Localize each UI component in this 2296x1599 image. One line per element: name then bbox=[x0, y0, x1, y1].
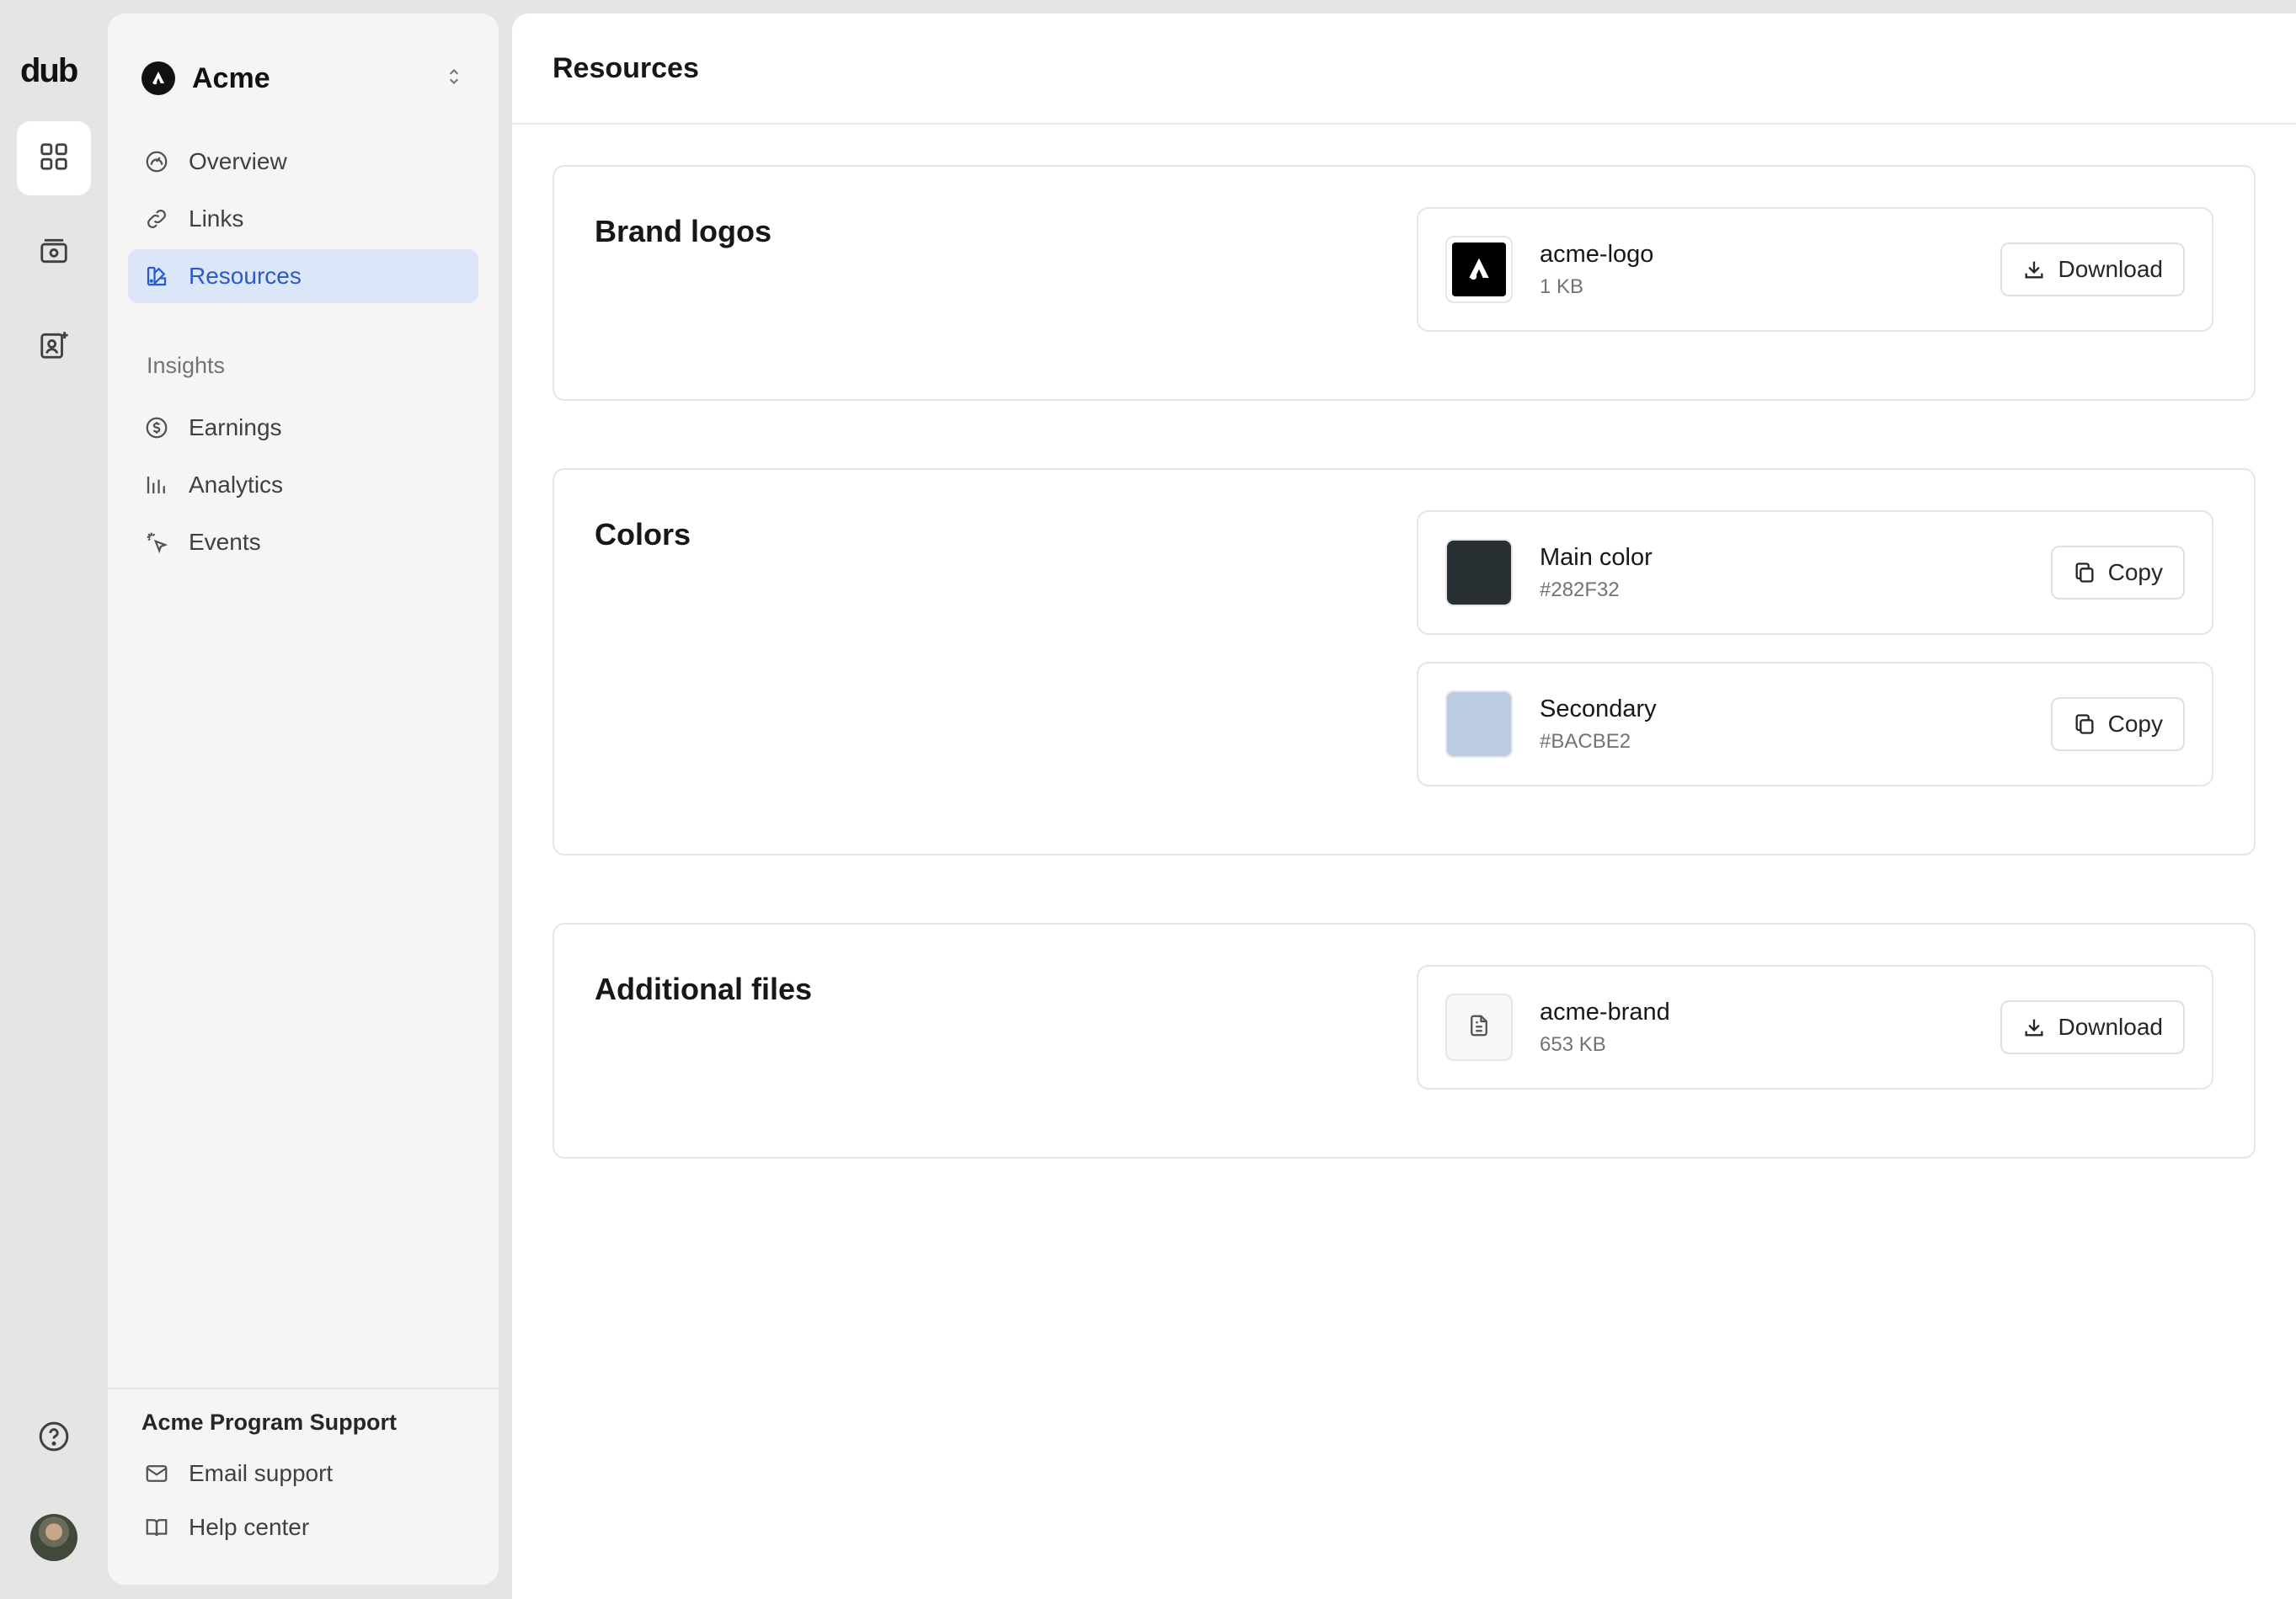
logo-thumbnail bbox=[1445, 236, 1513, 303]
color-meta: Main color #282F32 bbox=[1540, 544, 1653, 602]
color-meta: Secondary #BACBE2 bbox=[1540, 696, 1657, 754]
gauge-icon bbox=[141, 147, 172, 177]
icon-rail: dub bbox=[0, 0, 108, 1599]
color-name: Secondary bbox=[1540, 695, 1657, 722]
user-plus-icon bbox=[38, 329, 70, 365]
logo-file-card: acme-logo 1 KB Download bbox=[1417, 207, 2213, 332]
nav-item-label: Links bbox=[189, 205, 244, 232]
color-hex: #BACBE2 bbox=[1540, 729, 1631, 753]
support-item-label: Email support bbox=[189, 1460, 334, 1486]
money-icon bbox=[38, 235, 70, 271]
file-name: acme-logo bbox=[1540, 240, 1654, 268]
help-button[interactable] bbox=[17, 1401, 91, 1475]
color-name: Main color bbox=[1540, 543, 1653, 571]
color-card-main: Main color #282F32 Copy bbox=[1417, 510, 2213, 635]
section-title: Colors bbox=[595, 517, 691, 552]
grid-icon bbox=[38, 141, 70, 177]
button-label: Copy bbox=[2107, 711, 2163, 737]
download-icon bbox=[2022, 258, 2046, 281]
copy-button[interactable]: Copy bbox=[2050, 546, 2185, 600]
download-icon bbox=[2022, 1015, 2046, 1039]
help-circle-icon bbox=[37, 1420, 71, 1458]
file-size: 1 KB bbox=[1540, 274, 1584, 298]
email-support-link[interactable]: Email support bbox=[141, 1447, 465, 1500]
button-label: Download bbox=[2058, 1014, 2163, 1040]
mail-icon bbox=[141, 1458, 172, 1489]
color-swatch bbox=[1445, 539, 1513, 606]
copy-icon bbox=[2073, 561, 2096, 584]
palette-icon bbox=[141, 261, 172, 291]
button-label: Copy bbox=[2107, 559, 2163, 585]
file-meta: acme-logo 1 KB bbox=[1540, 241, 1653, 299]
section-title: Additional files bbox=[595, 972, 813, 1006]
nav-item-label: Overview bbox=[189, 148, 287, 174]
colors-section: Colors Main color #282F32 Copy Secondary… bbox=[553, 468, 2256, 855]
button-label: Download bbox=[2058, 256, 2163, 282]
download-button[interactable]: Download bbox=[2000, 1000, 2185, 1054]
main-nav: Overview Links Resources Insights Earnin… bbox=[128, 135, 478, 573]
support-title: Acme Program Support bbox=[141, 1410, 398, 1435]
workspace-name: Acme bbox=[192, 61, 270, 94]
insights-section-title: Insights bbox=[147, 352, 226, 378]
copy-icon bbox=[2073, 712, 2096, 736]
page-header: Resources bbox=[512, 13, 2296, 125]
help-center-link[interactable]: Help center bbox=[141, 1500, 465, 1554]
user-avatar[interactable] bbox=[30, 1514, 77, 1561]
nav-item-label: Earnings bbox=[189, 414, 282, 440]
nav-item-label: Events bbox=[189, 529, 261, 555]
nav-item-resources[interactable]: Resources bbox=[128, 249, 478, 303]
nav-item-label: Resources bbox=[189, 263, 302, 289]
sidebar: Acme Overview Links Resources Insights E… bbox=[108, 13, 499, 1585]
nav-item-earnings[interactable]: Earnings bbox=[128, 401, 478, 455]
rail-programs-button[interactable] bbox=[17, 310, 91, 384]
additional-files-section: Additional files acme-brand 653 KB Downl… bbox=[553, 923, 2256, 1159]
rail-grid-button[interactable] bbox=[17, 121, 91, 195]
file-size: 653 KB bbox=[1540, 1032, 1606, 1056]
link-icon bbox=[141, 204, 172, 234]
workspace-switcher[interactable]: Acme bbox=[141, 49, 465, 108]
section-title: Brand logos bbox=[595, 214, 772, 248]
copy-button[interactable]: Copy bbox=[2050, 697, 2185, 751]
chevron-up-down-icon bbox=[443, 66, 465, 92]
nav-item-events[interactable]: Events bbox=[128, 515, 478, 569]
rail-payouts-button[interactable] bbox=[17, 216, 91, 290]
color-swatch bbox=[1445, 690, 1513, 758]
main-content: Resources Brand logos acme-logo 1 KB Dow… bbox=[512, 13, 2296, 1599]
file-text-icon bbox=[1466, 1013, 1492, 1042]
nav-item-label: Analytics bbox=[189, 472, 284, 498]
nav-item-links[interactable]: Links bbox=[128, 192, 478, 246]
color-hex: #282F32 bbox=[1540, 578, 1620, 601]
page-title: Resources bbox=[553, 51, 699, 84]
brand-logos-section: Brand logos acme-logo 1 KB Download bbox=[553, 165, 2256, 401]
file-thumbnail bbox=[1445, 994, 1513, 1061]
cursor-rays-icon bbox=[141, 527, 172, 557]
bar-chart-icon bbox=[141, 470, 172, 500]
file-meta: acme-brand 653 KB bbox=[1540, 999, 1670, 1057]
file-card: acme-brand 653 KB Download bbox=[1417, 965, 2213, 1090]
acme-logo-icon bbox=[141, 61, 175, 95]
acme-logo-icon bbox=[1452, 243, 1506, 296]
support-item-label: Help center bbox=[189, 1514, 310, 1540]
color-card-secondary: Secondary #BACBE2 Copy bbox=[1417, 662, 2213, 786]
nav-item-analytics[interactable]: Analytics bbox=[128, 458, 478, 512]
download-button[interactable]: Download bbox=[2000, 243, 2185, 296]
support-section: Acme Program Support Email support Help … bbox=[108, 1388, 499, 1554]
book-icon bbox=[141, 1512, 172, 1543]
dub-logo[interactable]: dub bbox=[20, 52, 78, 90]
nav-item-overview[interactable]: Overview bbox=[128, 135, 478, 189]
dollar-circle-icon bbox=[141, 413, 172, 443]
file-name: acme-brand bbox=[1540, 998, 1670, 1026]
